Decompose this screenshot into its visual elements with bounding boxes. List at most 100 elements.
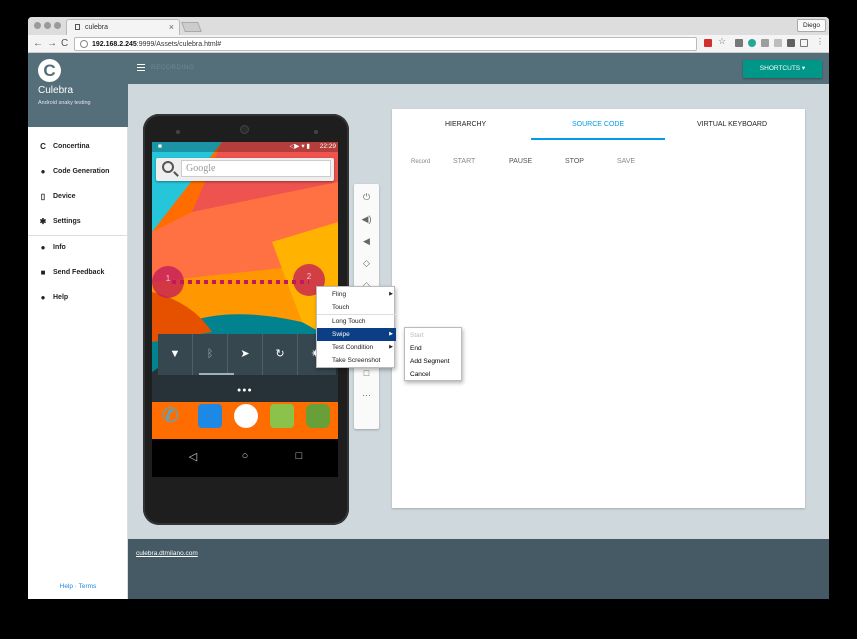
help-terms-link[interactable]: Help · Terms [28, 583, 128, 590]
menu-item-label: Add Segment [410, 358, 450, 365]
bookmark-star-icon[interactable]: ☆ [718, 36, 726, 46]
page-dots: ●●● [237, 387, 253, 394]
brand-header: C Culebra Android snaky testing [28, 53, 128, 127]
sidebar-item-label: Concertina [53, 143, 90, 150]
power-icon[interactable]: ⏻ [354, 188, 379, 206]
volume-down-icon[interactable]: ◀ [354, 232, 379, 250]
sidebar-item-label: Code Generation [53, 168, 110, 175]
sidebar-item-device[interactable]: ▯ Device [28, 188, 128, 208]
extension-icon[interactable] [787, 39, 795, 47]
swipe-point-1[interactable]: 1 [152, 266, 184, 298]
url-path: :9999/Assets/culebra.html# [136, 41, 222, 48]
tab-virtual-keyboard[interactable]: VIRTUAL KEYBOARD [697, 121, 767, 128]
search-icon [162, 161, 174, 173]
menu-item-label: Take Screenshot [332, 357, 381, 364]
sidebar-item-help[interactable]: ● Help [28, 289, 128, 309]
profile-button[interactable]: Diego [797, 19, 826, 32]
location-icon[interactable]: ➤ [228, 334, 263, 375]
rotate-left-icon[interactable]: ◇ [354, 254, 379, 272]
menu-item-fling[interactable]: Fling ▶ [317, 288, 396, 301]
start-button[interactable]: START [453, 158, 475, 165]
more-icon[interactable]: ··· [354, 386, 379, 404]
device-screen[interactable]: ■ ◁▶ ▾ ▮ 22:29 Google 1 2 ▼ ᛒ ➤ ↻ ●●● ✆ … [152, 142, 338, 477]
forward-icon[interactable]: → [47, 38, 57, 49]
submenu-arrow-icon: ▶ [389, 344, 393, 350]
extension-icon[interactable] [761, 39, 769, 47]
hamburger-menu-icon[interactable] [137, 64, 145, 71]
search-input[interactable]: Google [181, 160, 331, 177]
save-button[interactable]: SAVE [617, 158, 635, 165]
pause-button[interactable]: PAUSE [509, 158, 532, 165]
submenu-item-cancel[interactable]: Cancel [405, 368, 463, 381]
culebra-icon: C [40, 142, 46, 151]
tab-close-icon[interactable]: × [169, 22, 174, 32]
extension-icon[interactable] [704, 39, 712, 47]
wifi-icon[interactable]: ▼ [158, 334, 193, 375]
main-area: RECORDING SHORTCUTS ▾ ■ ◁▶ ▾ ▮ 22:29 Goo… [128, 53, 829, 599]
minimize-window-icon[interactable] [44, 22, 51, 29]
phone-app-icon[interactable]: ✆ [162, 404, 186, 428]
quick-settings-panel: ▼ ᛒ ➤ ↻ ✷ [158, 334, 336, 375]
volume-up-icon[interactable]: ◀) [354, 210, 379, 228]
menu-item-test-condition[interactable]: Test Condition ▶ [317, 341, 396, 354]
menu-item-label: Test Condition [332, 344, 374, 351]
tab-title: culebra [85, 24, 108, 31]
menu-item-label: Touch [332, 304, 350, 311]
footer-link[interactable]: culebra.dtmilano.com [136, 550, 198, 557]
title-bar: culebra × Diego [28, 17, 829, 35]
close-window-icon[interactable] [34, 22, 41, 29]
more-menu-icon[interactable]: ⋮ [816, 37, 824, 46]
reload-icon[interactable]: C [61, 38, 68, 49]
extension-icon[interactable] [748, 39, 756, 47]
submenu-item-end[interactable]: End [405, 342, 463, 355]
contacts-app-icon[interactable] [198, 404, 222, 428]
top-bar: RECORDING SHORTCUTS ▾ [128, 53, 829, 84]
qs-indicator [199, 373, 234, 375]
clock: 22:29 [319, 143, 336, 150]
back-icon[interactable]: ← [33, 38, 43, 49]
sidebar-item-info[interactable]: ● Info [28, 239, 128, 259]
extension-icon[interactable] [735, 39, 743, 47]
menu-item-label: Fling [332, 291, 347, 298]
submenu-item-add-segment[interactable]: Add Segment [405, 355, 463, 368]
app-dock: ✆ [152, 400, 338, 430]
url-host: 192.168.2.245 [92, 41, 137, 48]
cast-icon[interactable] [800, 39, 808, 47]
menu-item-long-touch[interactable]: Long Touch [317, 315, 396, 328]
sidebar-item-code-generation[interactable]: ● Code Generation [28, 163, 128, 183]
recents-icon[interactable]: □ [292, 450, 306, 462]
sidebar-item-settings[interactable]: ✱ Settings [28, 213, 128, 233]
submenu-arrow-icon: ▶ [389, 331, 393, 337]
shortcuts-button[interactable]: SHORTCUTS ▾ [743, 60, 822, 78]
menu-item-touch[interactable]: Touch [317, 301, 396, 314]
sidebar-item-concertina[interactable]: C Concertina [28, 138, 128, 158]
new-tab-button[interactable] [181, 22, 202, 32]
zoom-window-icon[interactable] [54, 22, 61, 29]
page: C Culebra Android snaky testing C Concer… [28, 53, 829, 599]
address-bar[interactable]: 192.168.2.245:9999/Assets/culebra.html# [74, 37, 697, 51]
menu-item-swipe[interactable]: Swipe ▶ [317, 328, 396, 341]
google-search-widget[interactable]: Google [156, 158, 334, 181]
tab-source-code[interactable]: SOURCE CODE [572, 121, 624, 128]
browser-tab[interactable]: culebra × [66, 19, 180, 35]
stop-button[interactable]: STOP [565, 158, 584, 165]
document-icon [75, 24, 80, 30]
browser-toolbar: ← → C 192.168.2.245:9999/Assets/culebra.… [28, 35, 829, 53]
menu-item-take-screenshot[interactable]: Take Screenshot [317, 354, 396, 367]
sidebar-item-label: Help [53, 294, 69, 301]
rotate-icon[interactable]: ↻ [263, 334, 298, 375]
home-icon[interactable]: ○ [238, 450, 252, 462]
sidebar-item-send-feedback[interactable]: ■ Send Feedback [28, 264, 128, 284]
help-icon: ● [40, 293, 46, 302]
swipe-submenu: Start End Add Segment Cancel [404, 327, 462, 381]
info-icon[interactable] [80, 40, 88, 48]
tab-hierarchy[interactable]: HIERARCHY [445, 121, 486, 128]
back-icon[interactable]: ◁ [186, 450, 200, 463]
bluetooth-icon[interactable]: ᛒ [193, 334, 228, 375]
browser-app-icon[interactable] [270, 404, 294, 428]
android-app-icon[interactable] [306, 404, 330, 428]
app-drawer-icon[interactable] [234, 404, 258, 428]
extension-icon[interactable] [774, 39, 782, 47]
menu-item-label: Start [410, 332, 424, 339]
divider [28, 235, 128, 236]
